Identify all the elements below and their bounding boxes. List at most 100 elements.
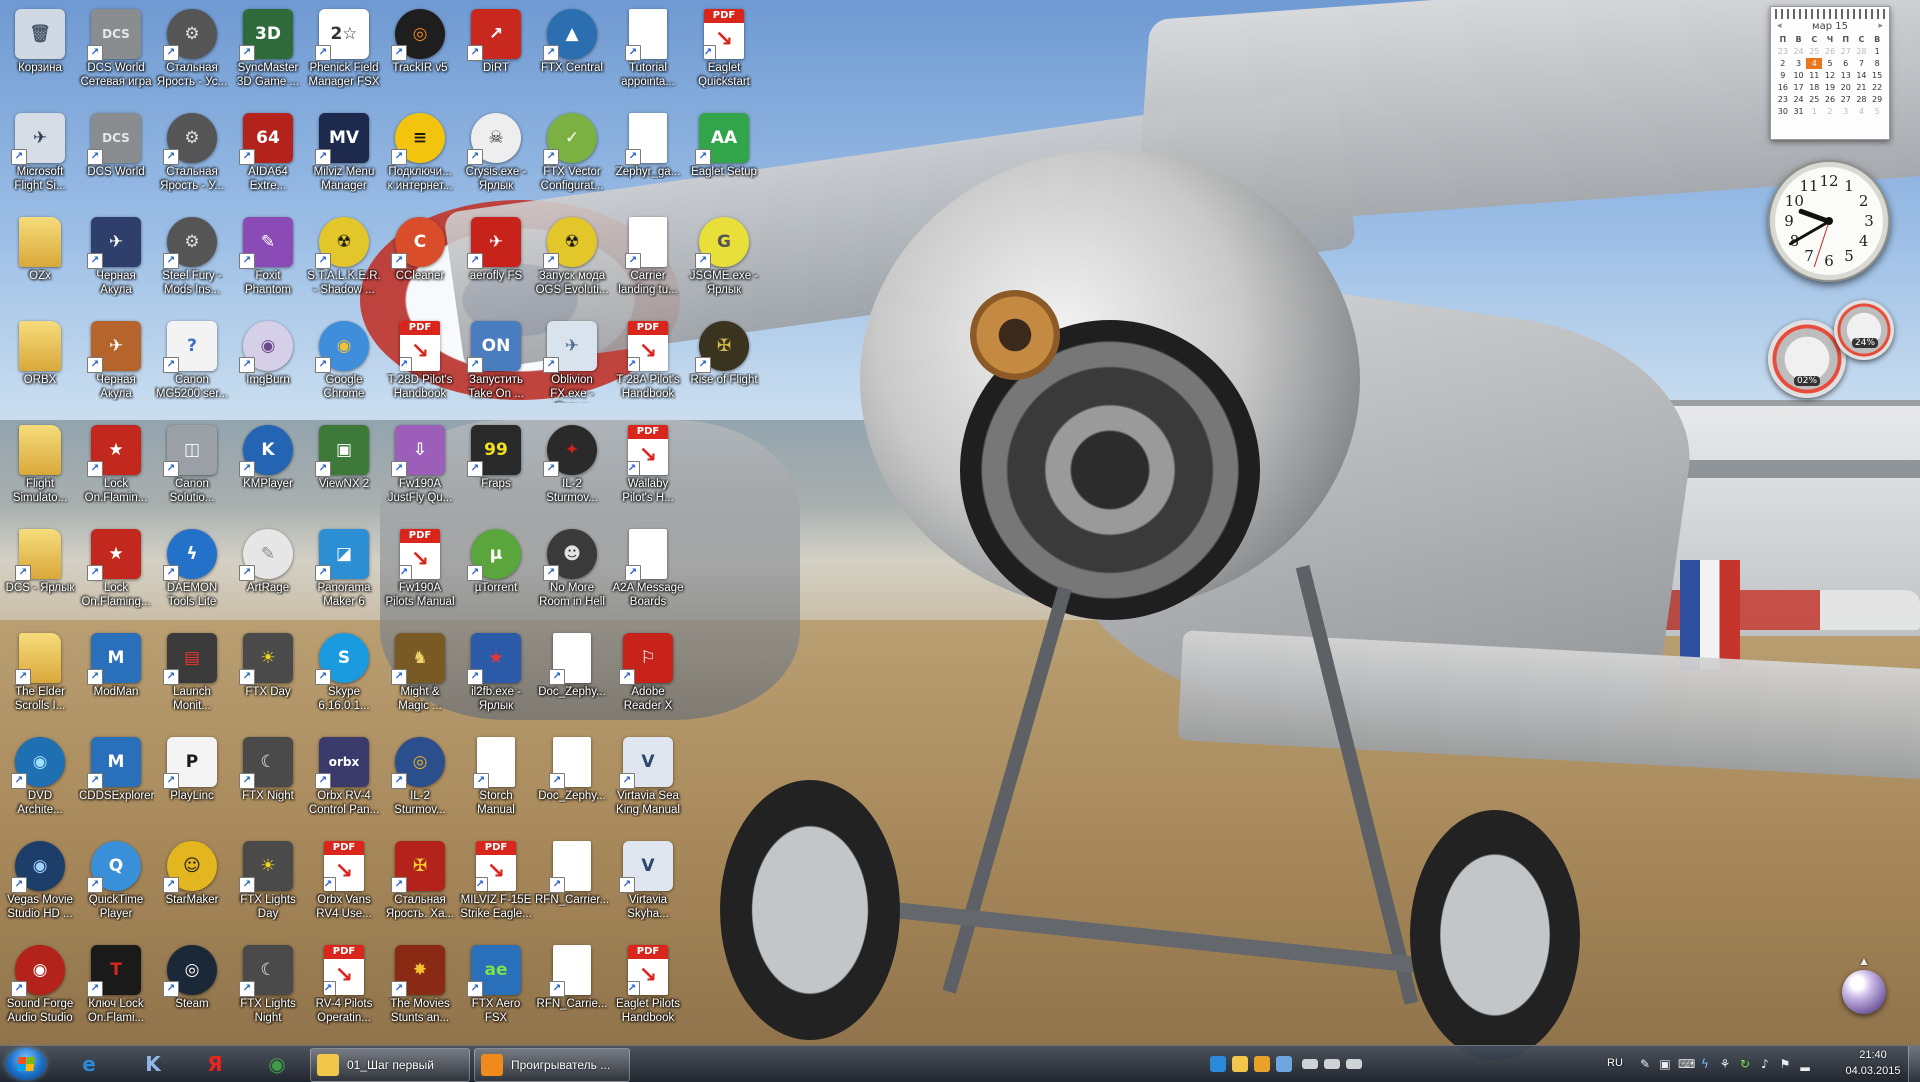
desktop-icon[interactable]: ✈ ↗ Черная Акула [78, 210, 154, 310]
calendar-day[interactable]: 11 [1806, 70, 1822, 81]
tray-flag-icon[interactable]: ⚑ [1778, 1057, 1792, 1071]
desktop-icon[interactable]: ✓ ↗ FTX Vector Configurat... [534, 106, 610, 206]
calendar-day[interactable]: 2 [1822, 106, 1838, 117]
calendar-day[interactable]: 26 [1822, 46, 1838, 57]
desktop-icon[interactable]: Flight Simulato... [2, 418, 78, 518]
desktop-icon[interactable]: ✎ ↗ ArtRage [230, 522, 306, 622]
calendar-day[interactable]: 12 [1822, 70, 1838, 81]
calendar-day[interactable]: 16 [1775, 82, 1791, 93]
calendar-day[interactable]: 10 [1791, 70, 1807, 81]
desktop-icon[interactable]: ☻ ↗ No More Room in Hell [534, 522, 610, 622]
quicklaunch-drive-icon[interactable] [1302, 1059, 1318, 1069]
desktop-icon[interactable]: ◎ ↗ Steam [154, 938, 230, 1038]
desktop-icon[interactable]: ✠ ↗ Rise of Flight [686, 314, 762, 414]
desktop-icon[interactable]: ↗ Doc_Zephy... [534, 626, 610, 726]
desktop-icon[interactable]: ϟ ↗ DAEMON Tools Lite [154, 522, 230, 622]
desktop-icon[interactable]: ↗ Eaglet Quickstart [686, 2, 762, 102]
desktop-icon[interactable]: ▣ ↗ ViewNX 2 [306, 418, 382, 518]
tray-update-icon[interactable]: ↻ [1738, 1057, 1752, 1071]
calendar-day[interactable]: 25 [1806, 94, 1822, 105]
desktop-icon[interactable]: ◉ ↗ DVD Archite... [2, 730, 78, 830]
tray-signal-icon[interactable]: ▂ [1798, 1057, 1812, 1071]
calendar-day[interactable]: 30 [1775, 106, 1791, 117]
desktop-icon[interactable]: ↗ Zephyr_ga... [610, 106, 686, 206]
calendar-prev-icon[interactable]: ◂ [1777, 21, 1782, 31]
clock-time[interactable]: 21:40 [1848, 1049, 1898, 1061]
calendar-day[interactable]: 4 [1854, 106, 1870, 117]
desktop-icon[interactable]: ↗ Carrier landing tu... [610, 210, 686, 310]
tray-bolt-icon[interactable]: ϟ [1698, 1057, 1712, 1071]
desktop-icon[interactable]: ☀ ↗ FTX Day [230, 626, 306, 726]
desktop-icon[interactable]: C ↗ CCleaner [382, 210, 458, 310]
desktop-icon[interactable]: ▲ ↗ FTX Central [534, 2, 610, 102]
desktop-icon[interactable]: Q ↗ QuickTime Player [78, 834, 154, 934]
desktop-icon[interactable]: ↗ RFN_Carrier... [534, 834, 610, 934]
desktop-icon[interactable]: orbx ↗ Orbx RV-4 Control Pan... [306, 730, 382, 830]
calendar-day[interactable]: 9 [1775, 70, 1791, 81]
desktop-icon[interactable]: 2☆ ↗ Phenick Field Manager FSX [306, 2, 382, 102]
desktop-icon[interactable]: ↗ T-28A Pilot's Handbook [610, 314, 686, 414]
taskbar-window-button[interactable]: Проигрыватель ... [474, 1048, 630, 1082]
calendar-day[interactable]: 18 [1806, 82, 1822, 93]
tray-network-icon[interactable]: ⚘ [1718, 1057, 1732, 1071]
desktop-icon[interactable]: ◪ ↗ Panorama Maker 6 [306, 522, 382, 622]
start-button[interactable] [6, 1048, 46, 1080]
calendar-day[interactable]: 5 [1822, 58, 1838, 69]
desktop-icon[interactable]: ⚙ ↗ Стальная Ярость - У... [154, 106, 230, 206]
desktop-icon[interactable]: ☾ ↗ FTX Lights Night [230, 938, 306, 1038]
desktop-icon[interactable]: ≡ ↗ Подключи... к интернет... [382, 106, 458, 206]
quicklaunch-folder-icon[interactable] [1232, 1056, 1248, 1072]
desktop-icon[interactable]: ↗ Eaglet Pilots Handbook [610, 938, 686, 1038]
calendar-day[interactable]: 25 [1806, 46, 1822, 57]
clock-date[interactable]: 04.03.2015 [1838, 1065, 1908, 1077]
desktop-icon[interactable]: P ↗ PlayLinc [154, 730, 230, 830]
desktop-icon[interactable]: ◉ ↗ Vegas Movie Studio HD ... [2, 834, 78, 934]
desktop-icon[interactable]: ↗ Fw190A Pilots Manual [382, 522, 458, 622]
tray-pen-icon[interactable]: ✎ [1638, 1057, 1652, 1071]
desktop-icon[interactable]: ✦ ↗ IL-2 Sturmov... [534, 418, 610, 518]
calendar-day[interactable]: 3 [1838, 106, 1854, 117]
desktop-icon[interactable]: M ↗ ModMan [78, 626, 154, 726]
desktop-icon[interactable]: ★ ↗ Lock On.Flamin... [78, 418, 154, 518]
calendar-day[interactable]: 28 [1854, 94, 1870, 105]
desktop-icon[interactable]: ◉ ↗ Google Chrome [306, 314, 382, 414]
desktop-icon[interactable]: OZx [2, 210, 78, 310]
tray-monitor-icon[interactable]: ▣ [1658, 1057, 1672, 1071]
calendar-day[interactable]: 31 [1791, 106, 1807, 117]
desktop-icon[interactable]: ↗ Wallaby Pilot's H... [610, 418, 686, 518]
desktop-icon[interactable]: µ ↗ µTorrent [458, 522, 534, 622]
calendar-gadget[interactable]: ◂ мар 15 ▸ П В С Ч П С В 23 24 25 26 27 28 1 2 3 4 5 6 7 8 9 1… [1770, 6, 1890, 140]
clock-gadget[interactable]: 111098765432112 [1768, 160, 1890, 282]
calendar-day[interactable]: 15 [1869, 70, 1885, 81]
calendar-day[interactable]: 8 [1869, 58, 1885, 69]
desktop-icon[interactable]: 3D ↗ SyncMaster 3D Game ... [230, 2, 306, 102]
desktop-icon[interactable]: ⚙ ↗ Стальная Ярость - Ус... [154, 2, 230, 102]
calendar-day[interactable]: 20 [1838, 82, 1854, 93]
desktop-icon[interactable]: ★ ↗ Lock On.Flaming... [78, 522, 154, 622]
desktop-icon[interactable]: ◎ ↗ IL-2 Sturmov... [382, 730, 458, 830]
language-indicator[interactable]: RU [1607, 1057, 1623, 1069]
tray-keyboard-icon[interactable]: ⌨ [1678, 1057, 1695, 1071]
desktop-icon[interactable]: ◎ ↗ TrackIR v5 [382, 2, 458, 102]
quicklaunch-media-icon[interactable] [1254, 1056, 1270, 1072]
desktop-icon[interactable]: ORBX [2, 314, 78, 414]
desktop-icon[interactable]: ✈↗Oblivion FX.exe - Ярлык [534, 314, 610, 414]
desktop-icon[interactable]: M ↗ CDDSExplorer [78, 730, 154, 830]
calendar-day[interactable]: 13 [1838, 70, 1854, 81]
calendar-day[interactable]: 24 [1791, 94, 1807, 105]
desktop-icon[interactable]: ☠ ↗ Crysis.exe - Ярлык [458, 106, 534, 206]
desktop-icon[interactable]: ⚐ ↗ Adobe Reader X [610, 626, 686, 726]
quicklaunch-ie-icon[interactable] [1210, 1056, 1226, 1072]
desktop-icon[interactable]: ↗ Doc_Zephy... [534, 730, 610, 830]
calendar-day[interactable]: 19 [1822, 82, 1838, 93]
calendar-day[interactable]: 26 [1822, 94, 1838, 105]
calendar-day[interactable]: 14 [1854, 70, 1870, 81]
desktop-icon[interactable]: ✈ ↗ aerofly FS [458, 210, 534, 310]
cpu-meter-gadget[interactable]: 02% 24% [1768, 300, 1920, 400]
desktop-icon[interactable]: ✠ ↗ Стальная Ярость. Ха... [382, 834, 458, 934]
calendar-day[interactable]: 22 [1869, 82, 1885, 93]
calendar-day[interactable]: 1 [1806, 106, 1822, 117]
taskbar-pin-chrome-icon[interactable]: ◉ [252, 1049, 302, 1079]
taskbar-pin-ie-icon[interactable]: e [64, 1049, 114, 1079]
desktop-icon[interactable]: ↗ Tutorial appointa... [610, 2, 686, 102]
